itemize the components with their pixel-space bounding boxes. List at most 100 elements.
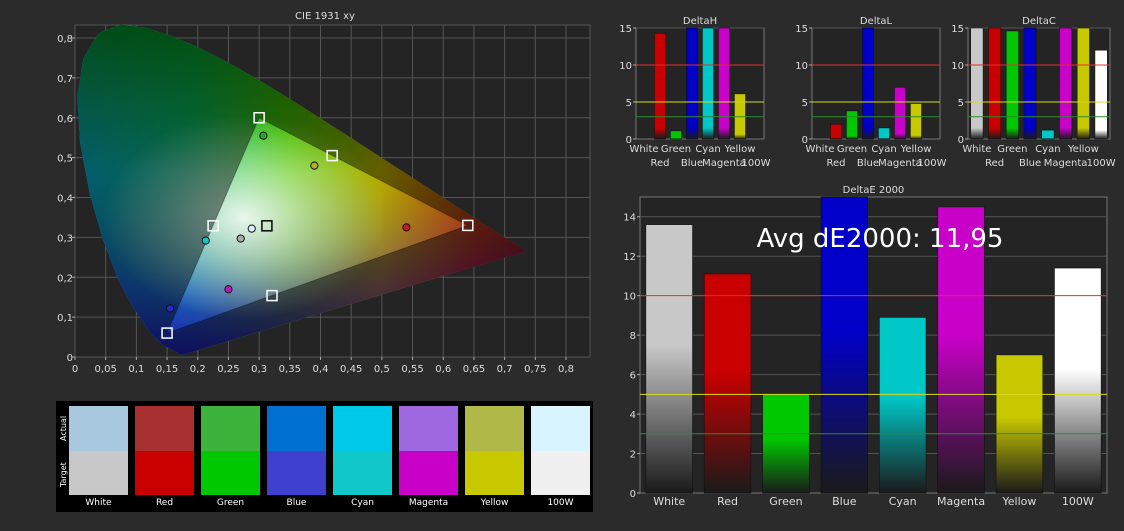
cie-x-tick-label: 0,25	[217, 364, 239, 375]
cie-x-tick-label: 0,55	[401, 364, 423, 375]
small-deltal-title: DeltaL	[860, 16, 893, 27]
small-deltal-category-label: Red	[827, 158, 846, 169]
cie-measured-point	[259, 131, 268, 140]
small-deltac-bar	[1076, 27, 1090, 140]
small-deltah-bar	[686, 27, 698, 140]
cie-title: CIE 1931 xy	[295, 11, 355, 22]
cie-y-tick-label: 0,3	[57, 233, 73, 244]
big-deltae-y-tick-label: 14	[623, 213, 636, 224]
swatch-actual	[69, 406, 128, 451]
swatch-target	[531, 451, 590, 495]
swatch-actual	[399, 406, 458, 451]
cie-x-tick-label: 0,35	[279, 364, 301, 375]
swatch-label: Red	[155, 498, 174, 508]
small-deltal-category-label: White	[805, 144, 834, 155]
big-deltae-bar	[995, 354, 1044, 494]
big-deltae-y-tick-label: 12	[623, 252, 636, 263]
cie-y-tick-label: 0,1	[57, 313, 73, 324]
small-deltac-category-label: Red	[985, 158, 1004, 169]
cie-x-tick-label: 0,2	[190, 364, 206, 375]
small-deltah-category-label: Blue	[681, 158, 703, 169]
swatch-label: Yellow	[480, 498, 509, 508]
swatch-actual	[201, 406, 260, 451]
swatch-actual	[465, 406, 524, 451]
cie-measured-point	[402, 223, 411, 232]
cie-chart: CIE 1931 xy 0 0,05 0,1 0,15 0,2 0,25 0,3 0,35 0,…	[57, 11, 591, 375]
small-deltal-bar	[862, 27, 874, 140]
small-deltah-bar	[654, 32, 666, 140]
small-deltac-bar	[970, 27, 984, 140]
small-deltac-bar	[1059, 27, 1073, 140]
small-deltal-category-label: 100W	[918, 158, 947, 169]
small-deltal-bar	[830, 123, 842, 140]
small-deltac-category-label: 100W	[1087, 158, 1116, 169]
small-deltac-category-label: Green	[997, 144, 1027, 155]
big-deltae-category-label: 100W	[1062, 495, 1094, 508]
cie-measured-point	[310, 161, 319, 170]
small-deltac-y-tick-label: 10	[951, 61, 964, 72]
small-deltac-category-label: White	[962, 144, 991, 155]
cie-x-tick-label: 0	[72, 364, 78, 375]
small-deltah-y-tick-label: 15	[619, 24, 632, 35]
swatch-target	[69, 451, 128, 495]
small-deltac-bar	[1023, 27, 1037, 140]
swatch-target	[465, 451, 524, 495]
cie-x-tick-label: 0,15	[156, 364, 178, 375]
swatch-target	[201, 451, 260, 495]
small-deltal-category-label: Yellow	[900, 144, 932, 155]
big-deltae-category-label: Magenta	[937, 495, 985, 508]
big-deltae-category-label: Blue	[832, 495, 857, 508]
small-deltah-bar	[702, 27, 714, 140]
cie-y-tick-label: 0,5	[57, 154, 73, 165]
swatch-actual	[531, 406, 590, 451]
small-deltal-category-label: Blue	[857, 158, 879, 169]
cie-x-tick-label: 0,75	[524, 364, 546, 375]
swatch-target	[333, 451, 392, 495]
small-deltah-y-tick-label: 10	[619, 61, 632, 72]
big-deltae-category-label: Red	[717, 495, 738, 508]
big-deltae-y-tick-label: 2	[630, 450, 636, 461]
small-deltal-y-tick-label: 10	[795, 61, 808, 72]
big-deltae-y-tick-label: 4	[630, 410, 636, 421]
cie-x-tick-label: 0,8	[558, 364, 574, 375]
cie-x-tick-label: 0,45	[340, 364, 362, 375]
delta-charts: DeltaH051015White Green Cyan YellowRed Blue M…	[619, 16, 1116, 508]
cie-y-tick-label: 0,8	[57, 34, 73, 45]
cie-x-tick-label: 0,65	[463, 364, 485, 375]
swatch-target	[399, 451, 458, 495]
cie-measured-point	[201, 236, 210, 245]
small-deltac-category-label: Yellow	[1067, 144, 1099, 155]
small-deltal-bar	[894, 86, 906, 140]
swatch-label: Magenta	[408, 498, 449, 508]
small-deltac-bar	[988, 27, 1002, 140]
cie-y-tick-label: 0,7	[57, 74, 73, 85]
cie-x-tick-label: 0,05	[95, 364, 117, 375]
small-deltah-category-label: Cyan	[695, 144, 720, 155]
cie-x-tick-label: 0,1	[128, 364, 144, 375]
big-deltae-bar	[1054, 267, 1102, 494]
swatch-actual	[267, 406, 326, 451]
target-label: Target	[59, 462, 68, 487]
cie-y-tick-label: 0	[67, 353, 73, 364]
small-deltah-y-tick-label: 5	[626, 98, 632, 109]
swatch-target	[267, 451, 326, 495]
small-deltac-bar	[1041, 129, 1055, 140]
actual-label: Actual	[59, 415, 68, 441]
swatch-actual	[135, 406, 194, 451]
deltal-chart: DeltaL051015White Green Cyan YellowRed Blue M…	[795, 16, 946, 169]
small-deltal-category-label: Green	[837, 144, 867, 155]
small-deltac-bar	[1094, 49, 1108, 140]
cie-x-tick-label: 0,6	[435, 364, 451, 375]
small-deltal-category-label: Magenta	[878, 158, 922, 169]
deltah-chart: DeltaH051015White Green Cyan YellowRed Blue M…	[619, 16, 770, 169]
deltae-chart: DeltaE 2000 0 2 4 6 8 10 12 14 White Red Green Blue C…	[623, 185, 1108, 508]
cie-measured-point	[166, 304, 175, 313]
small-deltac-y-tick-label: 15	[951, 24, 964, 35]
small-deltal-category-label: Cyan	[871, 144, 896, 155]
small-deltah-bar	[718, 27, 730, 140]
big-deltae-bar	[645, 224, 693, 494]
big-deltae-bar	[879, 317, 927, 494]
small-deltac-category-label: Cyan	[1035, 144, 1060, 155]
cie-y-tick-label: 0,2	[57, 273, 73, 284]
small-deltah-category-label: White	[629, 144, 658, 155]
